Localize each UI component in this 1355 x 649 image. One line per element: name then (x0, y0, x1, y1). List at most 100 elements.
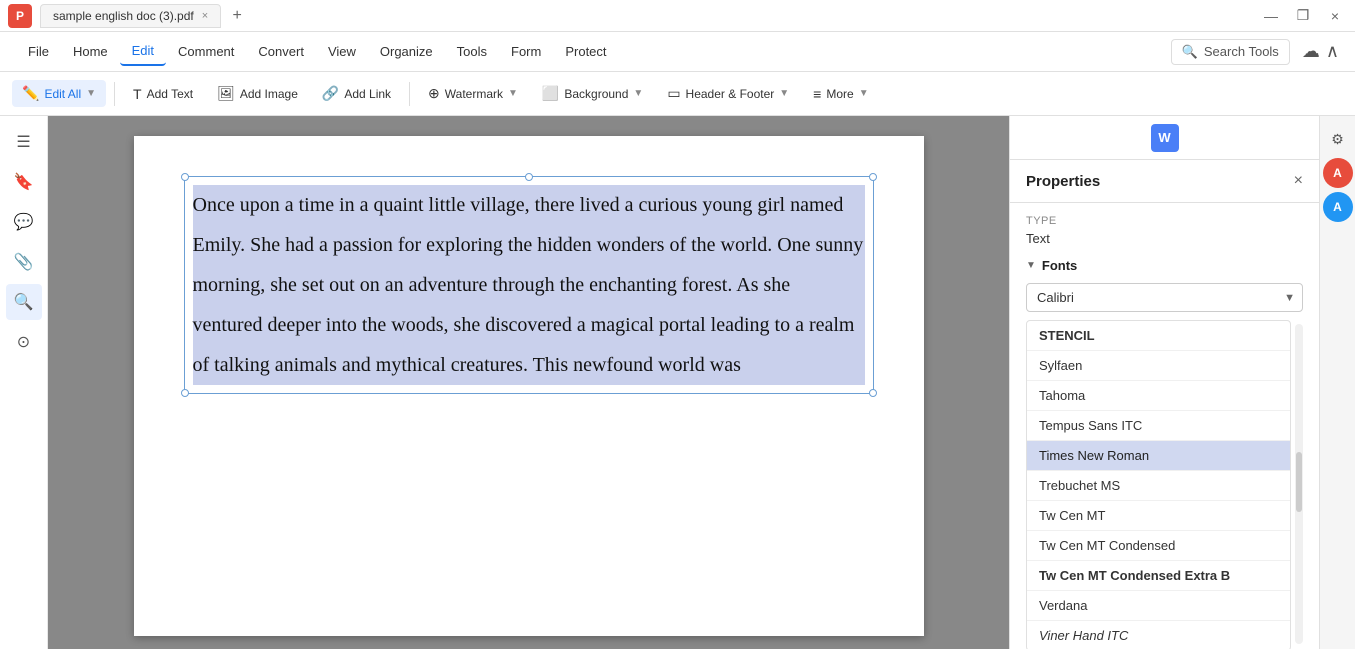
resize-handle-bottom-right[interactable] (869, 389, 877, 397)
add-text-button[interactable]: T Add Text (123, 81, 203, 107)
cloud-upload-icon[interactable]: ☁ (1302, 41, 1320, 62)
resize-handle-top-right[interactable] (869, 173, 877, 181)
background-icon: ⬜ (542, 85, 559, 102)
titlebar: P sample english doc (3).pdf × + — ❐ × (0, 0, 1355, 32)
separator-1 (114, 82, 115, 106)
add-link-label: Add Link (344, 87, 391, 101)
tab-title: sample english doc (3).pdf (53, 9, 194, 23)
resize-handle-top[interactable] (525, 173, 533, 181)
resize-handle-bottom-left[interactable] (181, 389, 189, 397)
fonts-header[interactable]: ▼ Fonts (1026, 258, 1303, 273)
menu-edit[interactable]: Edit (120, 37, 166, 66)
header-footer-button[interactable]: ▭ Header & Footer ▼ (657, 80, 799, 107)
menu-tools[interactable]: Tools (445, 38, 499, 65)
maximize-button[interactable]: ❐ (1291, 4, 1315, 28)
scrollbar-thumb[interactable] (1296, 452, 1302, 512)
add-image-label: Add Image (240, 87, 298, 101)
minimize-button[interactable]: — (1259, 4, 1283, 28)
toolbar: ✏️ Edit All ▼ T Add Text 🖼 Add Image 🔗 A… (0, 72, 1355, 116)
edit-all-button[interactable]: ✏️ Edit All ▼ (12, 80, 106, 107)
sidebar-pages-icon[interactable]: ☰ (6, 124, 42, 160)
resize-handle-top-left[interactable] (181, 173, 189, 181)
properties-header: Properties × (1010, 160, 1319, 203)
properties-body: Type Text ▼ Fonts CalibriSTENCILSylfaenT… (1010, 203, 1319, 649)
window-controls: — ❐ × (1259, 4, 1347, 28)
separator-2 (409, 82, 410, 106)
app-logo: P (8, 4, 32, 28)
font-item-tw-cen-mt[interactable]: Tw Cen MT (1027, 501, 1290, 531)
menu-home[interactable]: Home (61, 38, 120, 65)
background-button[interactable]: ⬜ Background ▼ (532, 80, 653, 107)
font-item-tahoma[interactable]: Tahoma (1027, 381, 1290, 411)
header-footer-icon: ▭ (667, 85, 680, 102)
type-label: Type (1026, 215, 1303, 227)
sidebar-bookmarks-icon[interactable]: 🔖 (6, 164, 42, 200)
properties-panel: W Properties × Type Text ▼ Fonts Cali (1009, 116, 1319, 649)
font-list-scrollbar[interactable] (1295, 324, 1303, 644)
background-label: Background (564, 87, 628, 101)
watermark-button[interactable]: ⊕ Watermark ▼ (418, 80, 528, 107)
font-item-verdana[interactable]: Verdana (1027, 591, 1290, 621)
panel-logo-area: W (1010, 116, 1319, 160)
close-tab-button[interactable]: × (202, 10, 208, 22)
add-link-button[interactable]: 🔗 Add Link (312, 80, 401, 107)
search-tools-label: Search Tools (1204, 44, 1279, 59)
left-sidebar: ☰ 🔖 💬 📎 🔍 ⊙ (0, 116, 48, 649)
pdf-content: Once upon a time in a quaint little vill… (134, 136, 924, 434)
font-list: STENCIL Sylfaen Tahoma Tempus Sans ITC T… (1026, 320, 1291, 649)
font-select[interactable]: CalibriSTENCILSylfaenTahomaTempus Sans I… (1026, 283, 1303, 312)
font-item-tempus[interactable]: Tempus Sans ITC (1027, 411, 1290, 441)
font-list-items: STENCIL Sylfaen Tahoma Tempus Sans ITC T… (1026, 320, 1291, 649)
font-item-trebuchet[interactable]: Trebuchet MS (1027, 471, 1290, 501)
properties-title: Properties (1026, 173, 1100, 190)
pdf-text-block[interactable]: Once upon a time in a quaint little vill… (184, 176, 874, 394)
more-dropdown-icon: ▼ (859, 88, 869, 99)
font-item-viner[interactable]: Viner Hand ITC (1027, 621, 1290, 649)
close-window-button[interactable]: × (1323, 4, 1347, 28)
properties-icon[interactable]: ⚙ (1323, 124, 1353, 154)
search-tools-button[interactable]: 🔍 Search Tools (1171, 39, 1290, 65)
pdf-page: Once upon a time in a quaint little vill… (134, 136, 924, 636)
menu-organize[interactable]: Organize (368, 38, 445, 65)
tab-item[interactable]: sample english doc (3).pdf × (40, 4, 221, 28)
edit-all-dropdown-icon: ▼ (86, 88, 96, 99)
new-tab-button[interactable]: + (225, 4, 249, 28)
menu-convert[interactable]: Convert (246, 38, 316, 65)
add-image-button[interactable]: 🖼 Add Image (207, 80, 308, 107)
more-label: More (826, 87, 853, 101)
more-button[interactable]: ≡ More ▼ (803, 81, 878, 107)
font-item-stencil[interactable]: STENCIL (1027, 321, 1290, 351)
menu-form[interactable]: Form (499, 38, 553, 65)
type-value: Text (1026, 231, 1303, 246)
fonts-label: Fonts (1042, 258, 1077, 273)
add-link-icon: 🔗 (322, 85, 339, 102)
menu-view[interactable]: View (316, 38, 368, 65)
font-item-sylfaen[interactable]: Sylfaen (1027, 351, 1290, 381)
add-text-icon: T (133, 86, 142, 102)
sidebar-search-icon[interactable]: 🔍 (6, 284, 42, 320)
menu-comment[interactable]: Comment (166, 38, 246, 65)
sidebar-layers-icon[interactable]: ⊙ (6, 324, 42, 360)
office-icon[interactable]: A (1323, 192, 1353, 222)
font-item-tw-cen-condensed[interactable]: Tw Cen MT Condensed (1027, 531, 1290, 561)
sidebar-comments-icon[interactable]: 💬 (6, 204, 42, 240)
sidebar-attachments-icon[interactable]: 📎 (6, 244, 42, 280)
pdf-viewer[interactable]: Once upon a time in a quaint little vill… (48, 116, 1009, 649)
header-footer-label: Header & Footer (686, 87, 775, 101)
right-edge-panel: ⚙ A A (1319, 116, 1355, 649)
menu-protect[interactable]: Protect (553, 38, 618, 65)
fonts-chevron-icon: ▼ (1026, 260, 1036, 271)
menu-file[interactable]: File (16, 38, 61, 65)
font-select-wrapper: CalibriSTENCILSylfaenTahomaTempus Sans I… (1026, 283, 1303, 312)
font-item-times-new-roman[interactable]: Times New Roman (1027, 441, 1290, 471)
panel-logo: W (1151, 124, 1179, 152)
pdf-text-content: Once upon a time in a quaint little vill… (193, 185, 865, 385)
ai-assistant-icon[interactable]: A (1323, 158, 1353, 188)
more-icon: ≡ (813, 86, 821, 102)
properties-close-button[interactable]: × (1294, 172, 1303, 190)
header-footer-dropdown-icon: ▼ (779, 88, 789, 99)
search-icon: 🔍 (1182, 44, 1198, 60)
font-item-tw-cen-condensed-extra[interactable]: Tw Cen MT Condensed Extra B (1027, 561, 1290, 591)
expand-icon[interactable]: ∧ (1326, 41, 1339, 62)
type-section: Type Text (1026, 215, 1303, 246)
